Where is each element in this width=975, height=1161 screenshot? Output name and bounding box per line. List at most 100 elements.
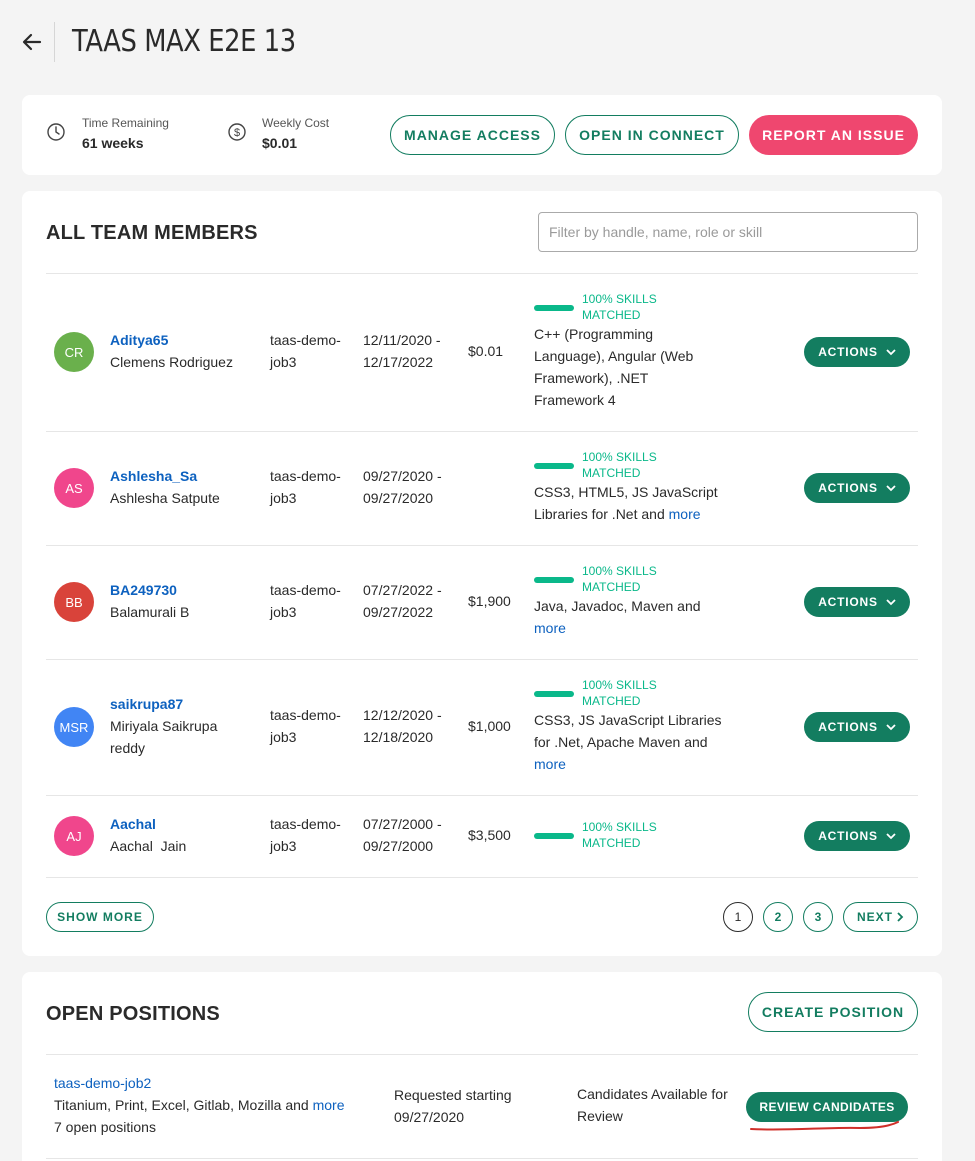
chevron-down-icon [886, 598, 896, 605]
actions-button[interactable]: ACTIONS [804, 337, 910, 367]
chevron-down-icon [886, 484, 896, 491]
actions-label: ACTIONS [818, 595, 878, 609]
member-job: taas-demo- [270, 468, 341, 484]
position-skills-line: Titanium, Print, Excel, Gitlab, Mozilla … [54, 1094, 344, 1116]
row-divider [46, 659, 918, 660]
member-skills: CSS3, JS JavaScript Libraries [534, 712, 722, 728]
skill-match-percent: MATCHED [582, 580, 641, 594]
member-job: job3 [270, 729, 297, 745]
skill-match-percent: MATCHED [582, 836, 641, 850]
team-members-title: ALL TEAM MEMBERS [46, 222, 258, 244]
row-divider [46, 1158, 918, 1159]
member-skills: Libraries for .Net and [534, 506, 665, 522]
member-date-end: 12/17/2022 [363, 354, 434, 370]
more-link[interactable]: more [669, 506, 701, 522]
position-status: Review [577, 1108, 623, 1124]
skill-match-bar [534, 577, 574, 583]
chevron-down-icon [886, 348, 896, 355]
member-skills: C++ (Programming [534, 326, 654, 342]
skill-match-percent: 100% SKILLS [582, 820, 657, 834]
show-more-button[interactable]: SHOW MORE [46, 902, 154, 932]
back-arrow-icon[interactable] [20, 30, 44, 54]
page-3-button[interactable]: 3 [803, 902, 833, 932]
skill-match-percent: 100% SKILLS [582, 678, 657, 692]
svg-text:$: $ [234, 127, 240, 139]
red-underline-annotation [750, 1121, 899, 1131]
member-date-start: 12/11/2020 - [363, 332, 441, 348]
time-remaining-label: Time Remaining [82, 116, 169, 130]
avatar: AS [54, 468, 94, 508]
row-divider [46, 1054, 918, 1055]
member-rate: $3,500 [468, 827, 511, 843]
member-name: Clemens Rodriguez [110, 354, 233, 370]
dollar-icon: $ [228, 123, 246, 141]
header-divider [54, 22, 55, 62]
member-handle[interactable]: Aachal [110, 816, 156, 832]
member-name: Ashlesha Satpute [110, 490, 220, 506]
team-filter-input[interactable] [538, 212, 918, 252]
actions-button[interactable]: ACTIONS [804, 712, 910, 742]
member-skills: Language), Angular (Web [534, 348, 694, 364]
member-job: job3 [270, 490, 297, 506]
actions-label: ACTIONS [818, 829, 878, 843]
skill-match-bar [534, 463, 574, 469]
report-issue-button[interactable]: REPORT AN ISSUE [749, 115, 918, 155]
avatar: BB [54, 582, 94, 622]
member-name: Aachal Jain [110, 838, 187, 854]
page-1-button[interactable]: 1 [723, 902, 753, 932]
actions-label: ACTIONS [818, 481, 878, 495]
position-job-link[interactable]: taas-demo-job2 [54, 1072, 151, 1094]
skill-match-percent: 100% SKILLS [582, 450, 657, 464]
row-divider [46, 795, 918, 796]
actions-label: ACTIONS [818, 345, 878, 359]
member-skills-line: Libraries for .Net and more [534, 503, 701, 525]
member-handle[interactable]: BA249730 [110, 582, 177, 598]
position-count: 7 open positions [54, 1119, 156, 1135]
member-handle[interactable]: saikrupa87 [110, 696, 183, 712]
row-divider [46, 273, 918, 274]
avatar: AJ [54, 816, 94, 856]
skill-match-bar [534, 305, 574, 311]
skill-match-percent: 100% SKILLS [582, 292, 657, 306]
member-date-end: 12/18/2020 [363, 729, 434, 745]
member-skills: Java, Javadoc, Maven and [534, 598, 701, 614]
next-label: NEXT [856, 910, 893, 924]
actions-button[interactable]: ACTIONS [804, 821, 910, 851]
member-job: taas-demo- [270, 816, 341, 832]
member-date-end: 09/27/2020 [363, 490, 434, 506]
more-link[interactable]: more [534, 617, 566, 639]
create-position-button[interactable]: CREATE POSITION [748, 992, 918, 1032]
next-button[interactable]: NEXT [843, 902, 918, 932]
member-handle[interactable]: Aditya65 [110, 332, 168, 348]
member-date-end: 09/27/2022 [363, 604, 434, 620]
member-date-start: 07/27/2000 - [363, 816, 442, 832]
skill-match-percent: MATCHED [582, 466, 641, 480]
member-job: taas-demo- [270, 707, 341, 723]
chevron-right-icon [897, 912, 904, 922]
page-title: TAAS MAX E2E 13 [72, 24, 296, 59]
position-skills: Titanium, Print, Excel, Gitlab, Mozilla … [54, 1097, 309, 1113]
skill-match-percent: 100% SKILLS [582, 564, 657, 578]
member-job: job3 [270, 354, 297, 370]
more-link[interactable]: more [313, 1097, 345, 1113]
member-date-start: 12/12/2020 - [363, 707, 442, 723]
member-name: Miriyala Saikrupa [110, 718, 218, 734]
more-link[interactable]: more [534, 753, 566, 775]
manage-access-button[interactable]: MANAGE ACCESS [390, 115, 555, 155]
member-skills: Framework), .NET [534, 370, 649, 386]
avatar: MSR [54, 707, 94, 747]
weekly-cost-value: $0.01 [262, 135, 298, 151]
member-skills: Framework 4 [534, 392, 616, 408]
member-rate: $0.01 [468, 343, 504, 359]
open-positions-title: OPEN POSITIONS [46, 1003, 220, 1025]
page-2-button[interactable]: 2 [763, 902, 793, 932]
avatar: CR [54, 332, 94, 372]
open-in-connect-button[interactable]: OPEN IN CONNECT [565, 115, 739, 155]
actions-button[interactable]: ACTIONS [804, 587, 910, 617]
clock-icon [47, 123, 65, 141]
member-handle[interactable]: Ashlesha_Sa [110, 468, 197, 484]
member-skills: for .Net, Apache Maven and [534, 734, 708, 750]
row-divider [46, 545, 918, 546]
member-date-end: 09/27/2000 [363, 838, 434, 854]
actions-button[interactable]: ACTIONS [804, 473, 910, 503]
